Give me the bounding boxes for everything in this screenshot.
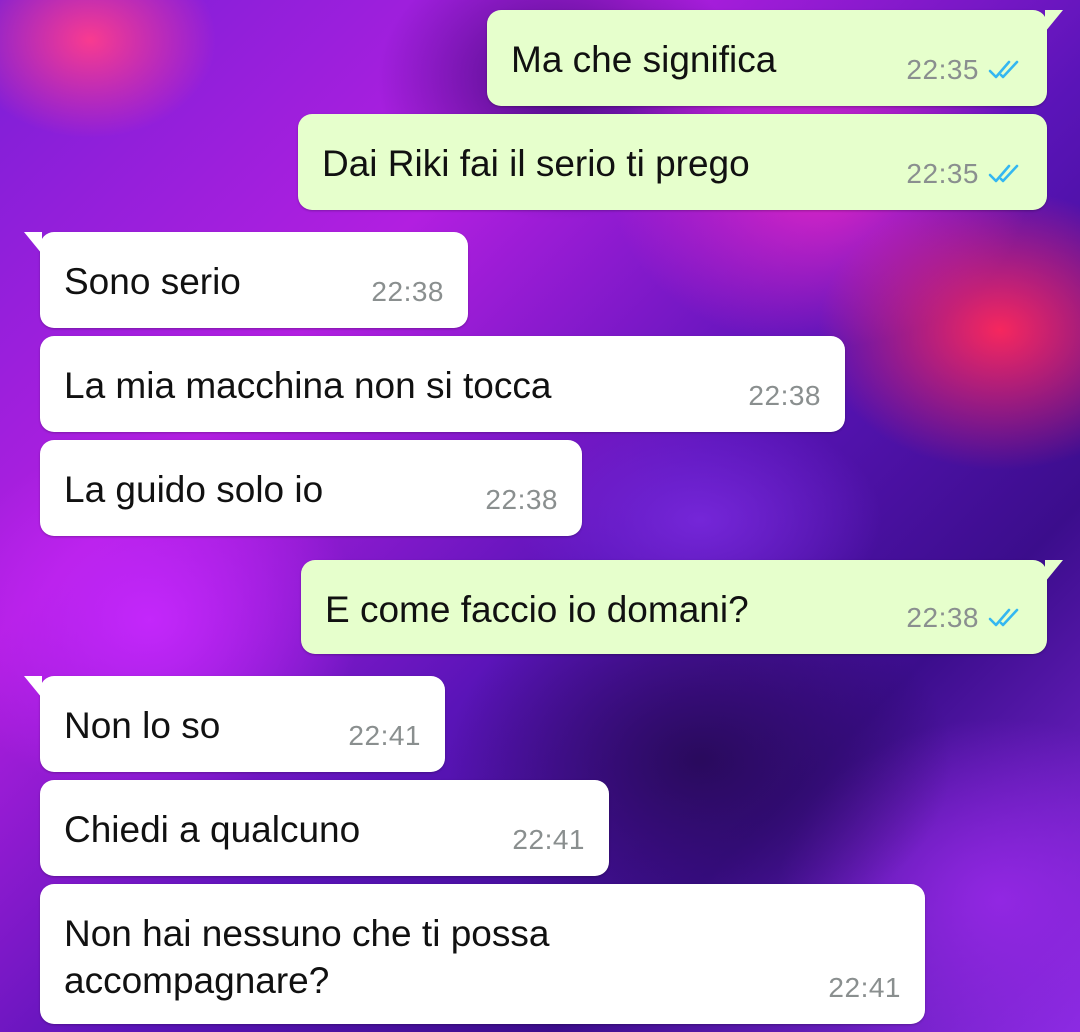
message-bubble-incoming[interactable]: Chiedi a qualcuno 22:41	[40, 780, 609, 876]
message-bubble-incoming[interactable]: Sono serio 22:38	[24, 232, 468, 328]
message-meta: 22:41	[828, 972, 901, 1004]
message-bubble-incoming[interactable]: La mia macchina non si tocca 22:38	[40, 336, 845, 432]
message-text: Non hai nessuno che ti possa accompagnar…	[64, 910, 549, 1004]
message-time: 22:38	[371, 276, 444, 307]
message-text: La mia macchina non si tocca	[64, 365, 552, 406]
message-text-line: accompagnare?	[64, 960, 330, 1001]
message-meta: 22:38	[371, 276, 444, 308]
message-text: Sono serio	[64, 261, 241, 302]
message-time: 22:41	[828, 972, 901, 1003]
message-time: 22:41	[512, 824, 585, 855]
bubble-tail	[24, 676, 42, 698]
message-bubble-outgoing[interactable]: E come faccio io domani? 22:38	[301, 560, 1063, 654]
message-text: Ma che significa	[511, 39, 777, 80]
message-meta: 22:41	[512, 824, 585, 856]
bubble-tail	[1045, 560, 1063, 582]
message-text: Chiedi a qualcuno	[64, 809, 361, 850]
bubble-tail	[24, 232, 42, 254]
message-meta: 22:38	[748, 380, 821, 412]
message-meta: 22:41	[348, 720, 421, 752]
message-text-line: Non hai nessuno che ti possa	[64, 913, 550, 954]
read-ticks-icon	[988, 608, 1019, 627]
message-text: Dai Riki fai il serio ti prego	[322, 143, 750, 184]
message-time: 22:38	[485, 484, 558, 515]
message-meta: 22:38	[485, 484, 558, 516]
message-bubble-incoming[interactable]: La guido solo io 22:38	[40, 440, 582, 536]
message-time: 22:41	[348, 720, 421, 751]
message-text: E come faccio io domani?	[325, 589, 749, 630]
message-time: 22:35	[906, 158, 979, 189]
message-meta: 22:35	[906, 54, 1023, 86]
message-time: 22:35	[906, 54, 979, 85]
message-bubble-outgoing[interactable]: Ma che significa 22:35	[487, 10, 1063, 106]
message-text: Non lo so	[64, 705, 221, 746]
bubble-tail	[1045, 10, 1063, 32]
message-bubble-outgoing[interactable]: Dai Riki fai il serio ti prego 22:35	[298, 114, 1047, 210]
read-ticks-icon	[988, 164, 1019, 183]
message-text: La guido solo io	[64, 469, 324, 510]
message-bubble-incoming[interactable]: Non lo so 22:41	[24, 676, 445, 772]
message-bubble-incoming[interactable]: Non hai nessuno che ti possa accompagnar…	[40, 884, 925, 1024]
message-time: 22:38	[906, 602, 979, 633]
read-ticks-icon	[988, 60, 1019, 79]
message-meta: 22:35	[906, 158, 1023, 190]
message-time: 22:38	[748, 380, 821, 411]
message-meta: 22:38	[906, 602, 1023, 634]
